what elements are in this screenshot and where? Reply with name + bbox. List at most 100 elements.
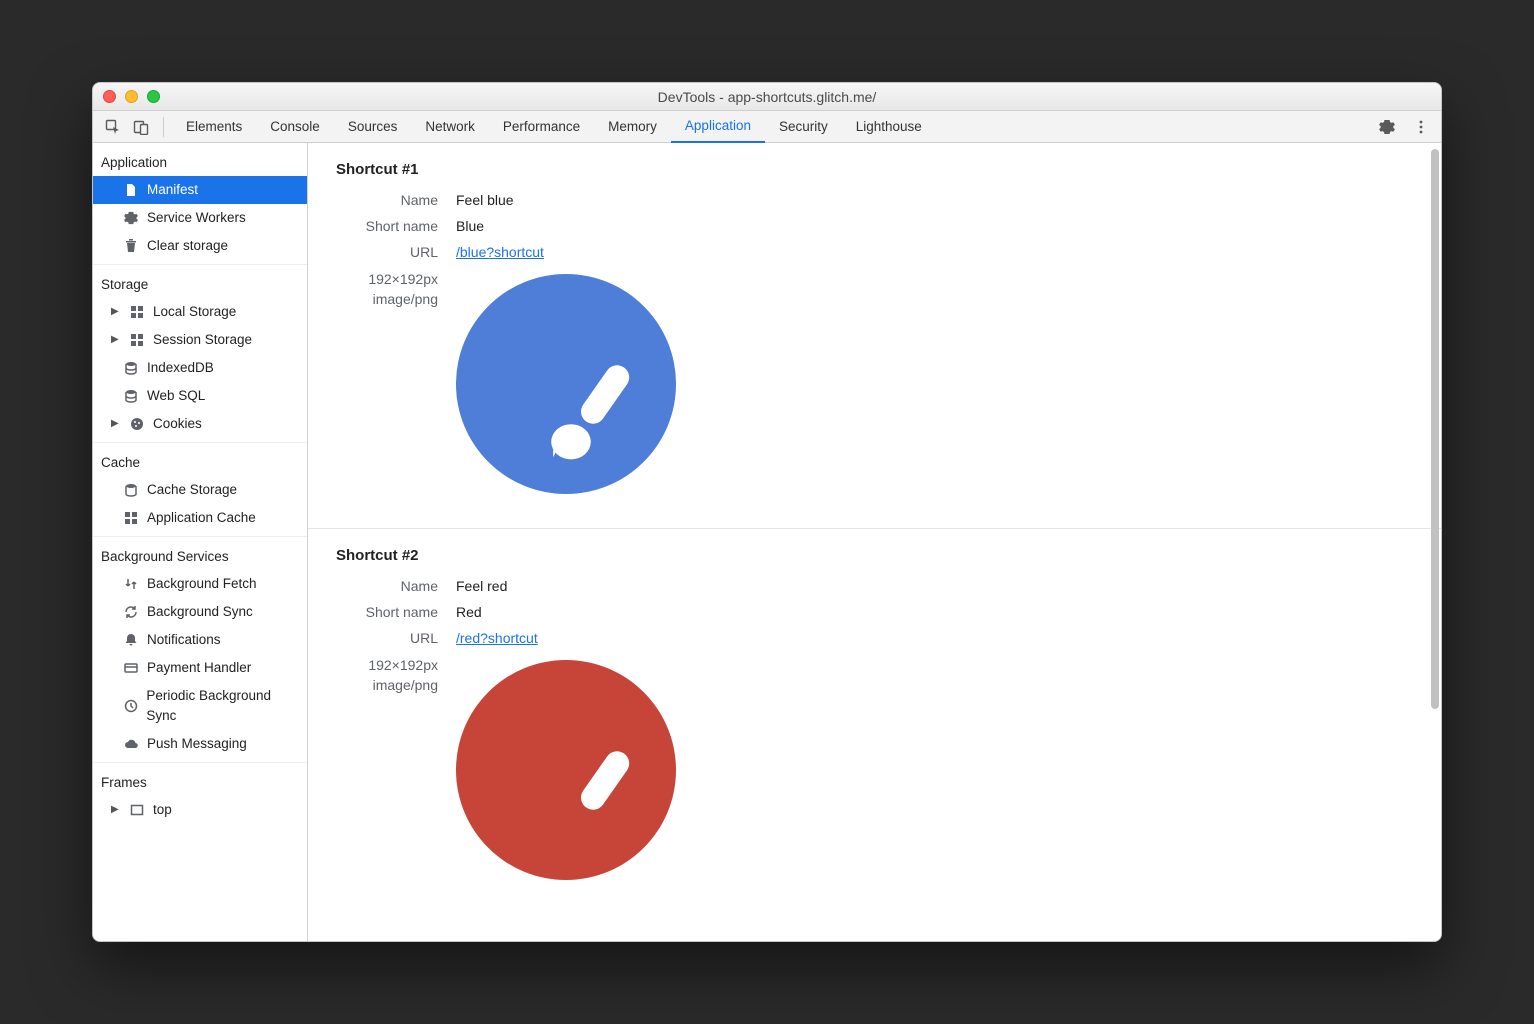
shortcut-1: Shortcut #1 Name Feel blue Short name Bl… xyxy=(308,143,1441,529)
database-icon xyxy=(123,482,139,498)
more-icon[interactable] xyxy=(1407,113,1435,141)
trash-icon xyxy=(123,238,139,254)
expand-arrow-icon: ▶ xyxy=(111,800,121,820)
manifest-panel: Shortcut #1 Name Feel blue Short name Bl… xyxy=(308,143,1441,941)
sidebar-item-top-frame[interactable]: ▶ top xyxy=(93,796,307,824)
tab-security[interactable]: Security xyxy=(765,111,842,143)
shortcut-url-link[interactable]: /red?shortcut xyxy=(456,630,538,646)
value-name: Feel red xyxy=(456,578,507,594)
titlebar: DevTools - app-shortcuts.glitch.me/ xyxy=(93,83,1441,111)
sidebar-item-label: Local Storage xyxy=(153,302,236,322)
frame-icon xyxy=(129,802,145,818)
shortcut-2: Shortcut #2 Name Feel red Short name Red… xyxy=(308,529,1441,914)
sidebar-item-label: top xyxy=(153,800,172,820)
value-name: Feel blue xyxy=(456,192,514,208)
sidebar-item-label: Manifest xyxy=(147,180,198,200)
sidebar-item-label: Clear storage xyxy=(147,236,228,256)
sidebar-item-application-cache[interactable]: Application Cache xyxy=(93,504,307,532)
sidebar-section-cache: Cache xyxy=(93,447,307,476)
sidebar-item-local-storage[interactable]: ▶ Local Storage xyxy=(93,298,307,326)
label-url: URL xyxy=(336,244,456,260)
sidebar-item-cache-storage[interactable]: Cache Storage xyxy=(93,476,307,504)
value-short-name: Red xyxy=(456,604,482,620)
sidebar-item-label: Service Workers xyxy=(147,208,246,228)
manifest-icon xyxy=(123,182,139,198)
sidebar-section-frames: Frames xyxy=(93,767,307,796)
sidebar-section-storage: Storage xyxy=(93,269,307,298)
sidebar-section-application: Application xyxy=(93,147,307,176)
settings-icon[interactable] xyxy=(1373,113,1401,141)
shortcut-heading: Shortcut #2 xyxy=(336,547,1413,564)
sidebar-item-periodic-sync[interactable]: Periodic Background Sync xyxy=(93,682,307,730)
sidebar-item-label: Push Messaging xyxy=(147,734,247,754)
shortcut-icon-preview xyxy=(456,274,676,494)
cookie-icon xyxy=(129,416,145,432)
tab-sources[interactable]: Sources xyxy=(334,111,412,143)
tab-network[interactable]: Network xyxy=(411,111,489,143)
label-url: URL xyxy=(336,630,456,646)
sidebar-item-label: Application Cache xyxy=(147,508,256,528)
inspect-element-icon[interactable] xyxy=(99,113,127,141)
sidebar-item-clear-storage[interactable]: Clear storage xyxy=(93,232,307,260)
tab-memory[interactable]: Memory xyxy=(594,111,671,143)
brush-icon xyxy=(538,742,648,852)
grid-icon xyxy=(129,332,145,348)
window-title: DevTools - app-shortcuts.glitch.me/ xyxy=(93,89,1441,105)
sidebar-item-payment-handler[interactable]: Payment Handler xyxy=(93,654,307,682)
label-name: Name xyxy=(336,578,456,594)
sidebar-item-label: Background Sync xyxy=(147,602,253,622)
sidebar-item-push-messaging[interactable]: Push Messaging xyxy=(93,730,307,758)
sidebar-item-label: Cache Storage xyxy=(147,480,237,500)
separator xyxy=(163,117,164,137)
brush-icon xyxy=(538,356,648,466)
label-short-name: Short name xyxy=(336,218,456,234)
fetch-icon xyxy=(123,576,139,592)
sidebar-item-label: Payment Handler xyxy=(147,658,251,678)
sidebar-item-manifest[interactable]: Manifest xyxy=(93,176,307,204)
sidebar-item-notifications[interactable]: Notifications xyxy=(93,626,307,654)
sidebar-item-label: Web SQL xyxy=(147,386,205,406)
scrollbar-thumb[interactable] xyxy=(1431,149,1439,709)
shortcut-heading: Shortcut #1 xyxy=(336,161,1413,178)
device-toolbar-icon[interactable] xyxy=(127,113,155,141)
sidebar-item-cookies[interactable]: ▶ Cookies xyxy=(93,410,307,438)
tab-lighthouse[interactable]: Lighthouse xyxy=(842,111,936,143)
grid-icon xyxy=(123,510,139,526)
sidebar-item-label: Session Storage xyxy=(153,330,252,350)
expand-arrow-icon: ▶ xyxy=(111,414,121,434)
close-window-button[interactable] xyxy=(103,90,116,103)
tab-console[interactable]: Console xyxy=(256,111,334,143)
sidebar-item-websql[interactable]: Web SQL xyxy=(93,382,307,410)
gear-icon xyxy=(123,210,139,226)
tab-performance[interactable]: Performance xyxy=(489,111,594,143)
sidebar-item-background-fetch[interactable]: Background Fetch xyxy=(93,570,307,598)
label-icon-meta: 192×192px image/png xyxy=(336,270,456,309)
sidebar-item-label: Background Fetch xyxy=(147,574,257,594)
grid-icon xyxy=(129,304,145,320)
value-short-name: Blue xyxy=(456,218,484,234)
minimize-window-button[interactable] xyxy=(125,90,138,103)
shortcut-icon-preview xyxy=(456,660,676,880)
zoom-window-button[interactable] xyxy=(147,90,160,103)
sidebar-item-service-workers[interactable]: Service Workers xyxy=(93,204,307,232)
expand-arrow-icon: ▶ xyxy=(111,302,121,322)
application-sidebar: Application Manifest Service Workers Cle… xyxy=(93,143,308,941)
expand-arrow-icon: ▶ xyxy=(111,330,121,350)
label-name: Name xyxy=(336,192,456,208)
sidebar-item-background-sync[interactable]: Background Sync xyxy=(93,598,307,626)
sync-icon xyxy=(123,604,139,620)
devtools-window: DevTools - app-shortcuts.glitch.me/ Elem… xyxy=(92,82,1442,942)
clock-icon xyxy=(123,698,138,714)
sidebar-item-indexeddb[interactable]: IndexedDB xyxy=(93,354,307,382)
tab-elements[interactable]: Elements xyxy=(172,111,256,143)
tab-application[interactable]: Application xyxy=(671,111,765,143)
sidebar-item-label: Periodic Background Sync xyxy=(146,686,299,726)
label-short-name: Short name xyxy=(336,604,456,620)
cloud-icon xyxy=(123,736,139,752)
sidebar-section-background-services: Background Services xyxy=(93,541,307,570)
sidebar-item-session-storage[interactable]: ▶ Session Storage xyxy=(93,326,307,354)
card-icon xyxy=(123,660,139,676)
shortcut-url-link[interactable]: /blue?shortcut xyxy=(456,244,544,260)
database-icon xyxy=(123,388,139,404)
sidebar-item-label: Cookies xyxy=(153,414,202,434)
